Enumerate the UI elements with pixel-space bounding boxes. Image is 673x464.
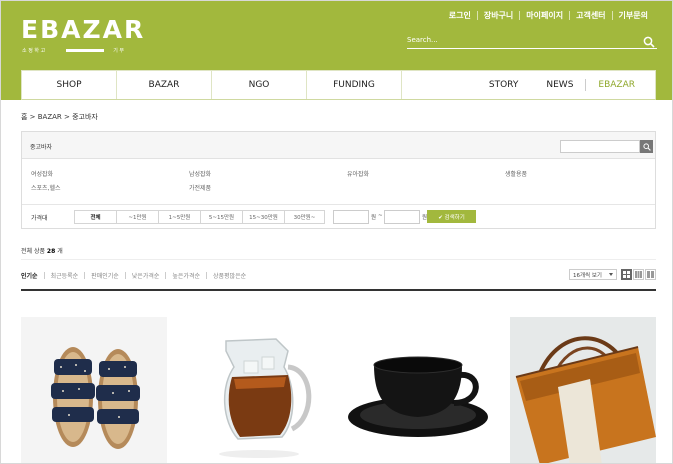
category-sports[interactable]: 스포츠,헬스 xyxy=(31,183,61,192)
nav-item-news[interactable]: NEWS xyxy=(546,80,573,90)
view-count-value: 16개씩 보기 xyxy=(573,272,602,279)
orange-bag-image xyxy=(510,317,656,463)
price-range-buttons: 전체 ~1만원 1~5만원 5~15만원 15~30만원 30만원~ xyxy=(74,210,325,224)
price-10k-50k-button[interactable]: 1~5만원 xyxy=(159,210,201,224)
sort-low-price[interactable]: 낮은가격순 xyxy=(132,271,160,280)
product-card[interactable] xyxy=(21,317,167,463)
sort-best-selling[interactable]: 판매인기순 xyxy=(91,271,119,280)
price-label: 가격대 xyxy=(31,215,48,222)
top-menu: 로그인 장바구니 마이페이지 고객센터 기부문의 xyxy=(443,10,654,21)
filter-box: 중고바자 여성잡화 남성잡화 유아잡화 생활용품 스포츠,헬스 가전제품 가격대… xyxy=(21,131,656,229)
price-search-button[interactable]: ✔ 검색하기 xyxy=(427,210,476,223)
header-search xyxy=(407,31,657,49)
search-icon xyxy=(642,142,651,151)
top-menu-customer-center[interactable]: 고객센터 xyxy=(570,10,611,21)
top-menu-cart[interactable]: 장바구니 xyxy=(478,10,519,21)
page: EBAZAR 소 정 하 고 기 부 로그인 장바구니 마이페이지 고객센터 기… xyxy=(0,0,673,464)
price-tilde: ~ xyxy=(378,213,383,219)
sandals-image xyxy=(21,317,167,463)
category-list: 여성잡화 남성잡화 유아잡화 생활용품 스포츠,헬스 가전제품 xyxy=(22,159,655,205)
nav-right-group: STORY NEWS EBAZAR xyxy=(402,71,655,99)
product-card[interactable] xyxy=(346,317,492,463)
sort-newest[interactable]: 최근등록순 xyxy=(51,271,79,280)
divider xyxy=(206,272,207,279)
breadcrumb: 홈 > BAZAR > 중고바자 xyxy=(21,113,98,121)
top-menu-mypage[interactable]: 마이페이지 xyxy=(520,10,569,21)
search-input[interactable] xyxy=(407,33,632,47)
divider xyxy=(124,272,126,279)
category-living[interactable]: 생활용품 xyxy=(505,169,527,178)
divider xyxy=(585,79,587,91)
total-prefix: 전체 상품 xyxy=(21,248,45,255)
divider xyxy=(21,259,656,260)
divider xyxy=(165,272,167,279)
view-count-select[interactable]: 16개씩 보기 xyxy=(569,269,617,280)
price-under-10k-button[interactable]: ~1만원 xyxy=(117,210,159,224)
price-over-300k-button[interactable]: 30만원~ xyxy=(285,210,325,224)
top-menu-donation-inquiry[interactable]: 기부문의 xyxy=(613,10,654,21)
chevron-down-icon xyxy=(609,273,613,276)
grid-2-icon[interactable] xyxy=(645,269,656,280)
sort-popular[interactable]: 인기순 xyxy=(21,271,38,280)
logo-bar xyxy=(66,49,104,52)
price-unit: 원 xyxy=(371,215,377,221)
price-150k-300k-button[interactable]: 15~30만원 xyxy=(243,210,285,224)
grid-toggle xyxy=(620,269,656,280)
price-min-input[interactable] xyxy=(333,210,369,224)
nav-item-ngo[interactable]: NGO xyxy=(212,71,307,99)
divider xyxy=(43,272,45,279)
logo-tagline-right: 기 부 xyxy=(113,48,124,54)
logo[interactable]: EBAZAR 소 정 하 고 기 부 xyxy=(21,15,146,55)
category-womens[interactable]: 여성잡화 xyxy=(31,169,53,178)
sort-options: 인기순 최근등록순 판매인기순 낮은가격순 높은가격순 상품평많은순 xyxy=(21,271,246,280)
nav-item-bazar[interactable]: BAZAR xyxy=(117,71,212,99)
divider xyxy=(84,272,86,279)
total-number: 28 xyxy=(46,248,56,255)
filter-search-input[interactable] xyxy=(560,140,640,153)
category-electronics[interactable]: 가전제품 xyxy=(189,183,211,192)
filter-search-button[interactable] xyxy=(640,140,653,153)
product-card[interactable] xyxy=(184,317,330,463)
black-cup-image xyxy=(346,317,492,463)
filter-title: 중고바자 xyxy=(30,144,53,151)
search-icon[interactable] xyxy=(643,33,655,48)
logo-text: EBAZAR xyxy=(21,15,146,44)
nav-item-story[interactable]: STORY xyxy=(489,80,518,90)
logo-tagline-left: 소 정 하 고 xyxy=(22,48,46,54)
category-kids[interactable]: 유아잡화 xyxy=(347,169,369,178)
nav-item-shop[interactable]: SHOP xyxy=(22,71,117,99)
divider xyxy=(21,289,656,291)
grid-4-icon[interactable] xyxy=(621,269,632,280)
price-50k-150k-button[interactable]: 5~15만원 xyxy=(201,210,243,224)
total-suffix: 개 xyxy=(57,248,63,255)
price-filter: 가격대 전체 ~1만원 1~5만원 5~15만원 15~30만원 30만원~ 원… xyxy=(22,205,655,228)
iced-tea-pitcher-image xyxy=(184,317,330,463)
grid-3-icon[interactable] xyxy=(633,269,644,280)
product-card[interactable] xyxy=(510,317,656,463)
price-max-input[interactable] xyxy=(384,210,420,224)
filter-header: 중고바자 xyxy=(22,132,655,159)
nav-item-ebazar[interactable]: EBAZAR xyxy=(598,80,635,90)
sort-most-reviews[interactable]: 상품평많은순 xyxy=(213,271,246,280)
price-all-button[interactable]: 전체 xyxy=(74,210,117,224)
category-mens[interactable]: 남성잡화 xyxy=(189,169,211,178)
top-menu-login[interactable]: 로그인 xyxy=(443,10,477,21)
main-nav: SHOP BAZAR NGO FUNDING STORY NEWS EBAZAR xyxy=(21,70,656,100)
nav-item-funding[interactable]: FUNDING xyxy=(307,71,402,99)
logo-tagline: 소 정 하 고 기 부 xyxy=(22,47,134,55)
total-count: 전체 상품 28 개 xyxy=(21,246,63,255)
sort-high-price[interactable]: 높은가격순 xyxy=(172,271,200,280)
